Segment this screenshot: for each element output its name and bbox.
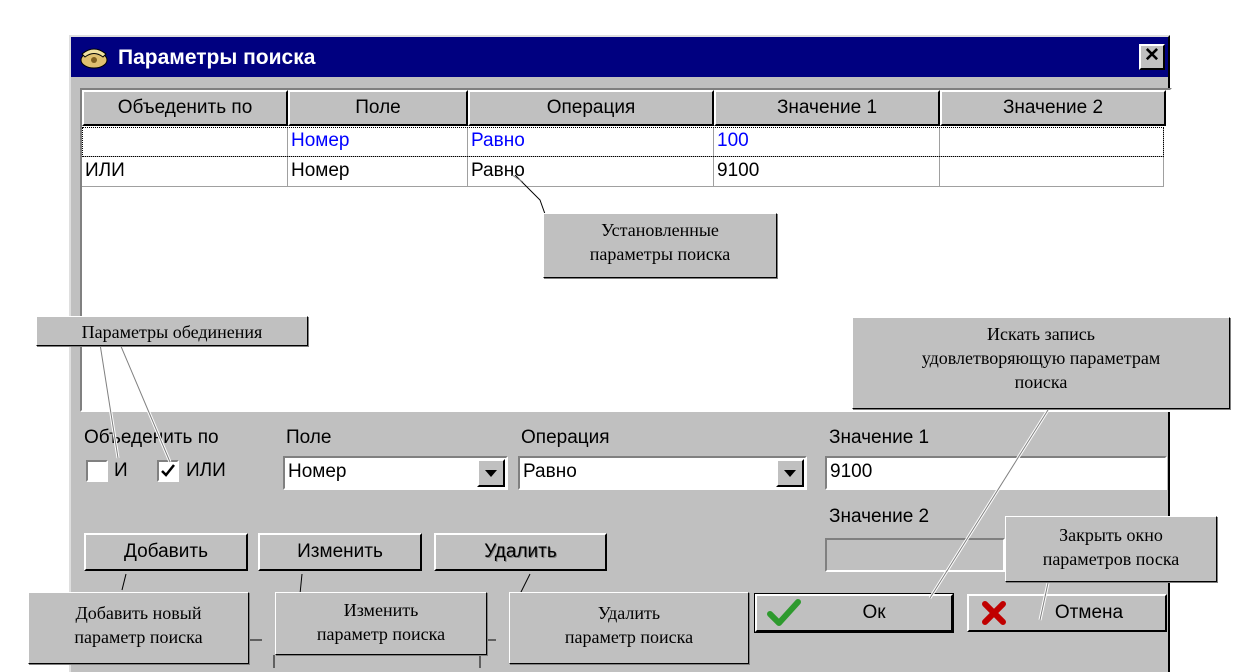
table-cell[interactable]: ИЛИ (82, 157, 288, 187)
x-icon (982, 601, 1006, 625)
add-param-callout: Добавить новый параметр поиска (28, 592, 249, 664)
field-label: Поле (286, 427, 332, 448)
value1-input[interactable]: 9100 (825, 456, 1167, 490)
table-cell[interactable]: Номер (288, 157, 468, 187)
callout-line: Установленные (601, 220, 719, 240)
edit-param-callout: Изменить параметр поиска (275, 592, 487, 655)
column-header[interactable]: Поле (288, 90, 468, 126)
table-cell[interactable]: 9100 (714, 157, 940, 187)
callout-line: параметров поска (1042, 549, 1180, 569)
check-mark-icon (161, 464, 175, 477)
and-label: И (114, 460, 128, 481)
field-select[interactable]: Номер (283, 456, 508, 490)
row-focus-indicator (82, 127, 1164, 157)
value2-label: Значение 2 (829, 506, 930, 527)
column-header[interactable]: Значение 1 (714, 90, 940, 126)
field-dropdown-button[interactable] (477, 459, 505, 487)
callout-line: Изменить (343, 600, 419, 620)
callout-line: Закрыть окно (1059, 525, 1163, 545)
operation-select-value: Равно (523, 461, 577, 482)
value2-input[interactable] (825, 538, 1005, 572)
delete-param-callout: Удалить параметр поиска (509, 592, 749, 664)
callout-line: удовлетворяющую параметрам (921, 348, 1161, 368)
callout-line: параметр поиска (564, 627, 694, 647)
column-header[interactable]: Значение 2 (940, 90, 1166, 126)
edit-button[interactable]: Изменить (258, 533, 422, 571)
chevron-down-icon (485, 470, 497, 477)
value1-label: Значение 1 (829, 427, 930, 448)
column-header[interactable]: Объеденить по (82, 90, 288, 126)
cancel-label: Отмена (1054, 602, 1124, 623)
column-header[interactable]: Операция (468, 90, 714, 126)
close-window-callout: Закрыть окно параметров поска (1005, 516, 1217, 582)
callout-line: параметр поиска (316, 624, 446, 644)
operation-select[interactable]: Равно (518, 456, 807, 490)
ok-button[interactable]: Ок (754, 593, 954, 633)
or-label: ИЛИ (186, 460, 226, 481)
phone-icon (78, 44, 110, 70)
table-cell[interactable] (940, 157, 1164, 187)
search-record-callout: Искать запись удовлетворяющую параметрам… (852, 317, 1230, 409)
check-icon (767, 599, 801, 626)
operation-label: Операция (521, 427, 610, 448)
callout-line: параметры поиска (589, 244, 731, 264)
callout-line: Добавить новый (75, 603, 202, 623)
callout-line: Удалить (597, 603, 661, 623)
combine-label: Объеденить по (84, 427, 219, 448)
installed-params-callout: Установленные параметры поиска (543, 213, 777, 278)
cancel-button[interactable]: Отмена (967, 594, 1167, 632)
callout-line: поиска (1014, 372, 1068, 392)
ok-label: Ок (862, 602, 886, 623)
chevron-down-icon (784, 470, 796, 477)
or-checkbox[interactable] (157, 460, 179, 482)
and-checkbox[interactable] (86, 460, 108, 482)
close-button[interactable]: ✕ (1139, 44, 1165, 70)
table-cell[interactable]: Равно (468, 157, 714, 187)
callout-line: Искать запись (987, 324, 1095, 344)
field-select-value: Номер (288, 461, 347, 482)
delete-button[interactable]: Удалить (434, 533, 607, 571)
add-button[interactable]: Добавить (84, 533, 248, 571)
window-title: Параметры поиска (118, 46, 316, 69)
combine-params-callout: Параметры обединения (36, 316, 308, 346)
operation-dropdown-button[interactable] (776, 459, 804, 487)
callout-line: параметр поиска (74, 627, 203, 647)
